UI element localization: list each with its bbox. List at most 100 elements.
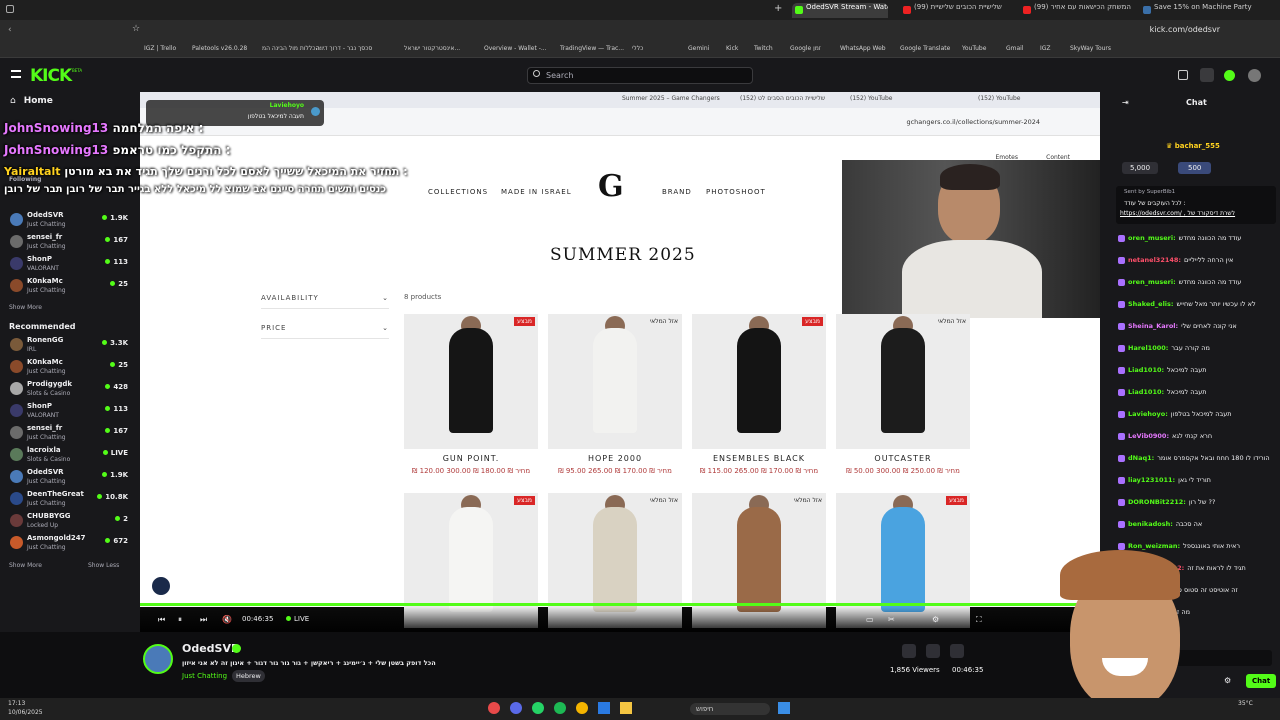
sidebar-channel[interactable]: Asmongold247 Just Chatting 672	[8, 533, 138, 555]
theater-icon[interactable]: ▭	[866, 615, 874, 624]
fullscreen-icon[interactable]: ⛶	[976, 615, 982, 625]
taskbar-search[interactable]: חיפוש	[690, 703, 770, 715]
tab-youtube-2[interactable]: המשחק הכישאות עם אחיר (99)	[1020, 3, 1132, 18]
chat-send-button[interactable]: Chat	[1246, 674, 1277, 688]
share-icon[interactable]	[902, 644, 916, 658]
bookmark-star-icon[interactable]: ☆	[132, 24, 140, 34]
chat-username[interactable]: Liad1010:	[1128, 366, 1164, 374]
browse-icon[interactable]	[1178, 70, 1188, 80]
show-less-recommended[interactable]: Show Less	[88, 562, 119, 569]
bookmark-item[interactable]: כללי	[632, 45, 643, 52]
show-more-recommended[interactable]: Show More	[9, 562, 42, 569]
new-tab-icon[interactable]: +	[774, 3, 782, 14]
clip-icon[interactable]: ✂	[888, 615, 895, 624]
next-icon[interactable]: ⏭	[200, 615, 207, 625]
prev-icon[interactable]: ⏮	[158, 615, 165, 625]
bookmark-item[interactable]: WhatsApp Web	[840, 45, 886, 52]
collapse-chat-icon[interactable]: ⇥	[1122, 98, 1129, 107]
bookmark-item[interactable]: SkyWay Tours	[1070, 45, 1111, 52]
product-name[interactable]: OUTCASTER	[836, 454, 970, 463]
show-more-following[interactable]: Show More	[9, 304, 42, 311]
chat-username[interactable]: DORONBit2212:	[1128, 498, 1186, 506]
product-card[interactable]: מבצע	[404, 314, 538, 449]
bookmark-item[interactable]: IGZ | Trello	[144, 45, 176, 52]
bookmark-item[interactable]: Overview - Wallet -...	[484, 45, 547, 52]
kick-logo[interactable]: KICK	[30, 66, 72, 86]
folder-icon[interactable]	[620, 702, 632, 714]
bookmark-item[interactable]: IGZ	[1040, 45, 1051, 52]
app-icon[interactable]	[510, 702, 522, 714]
sidebar-channel[interactable]: sensei_fr Just Chatting 167	[8, 232, 138, 254]
bell-icon[interactable]	[926, 644, 940, 658]
pause-icon[interactable]: ⏸	[178, 615, 182, 625]
sidebar-channel[interactable]: RonenGG IRL 3.3K	[8, 335, 138, 357]
product-name[interactable]: GUN POINT.	[404, 454, 538, 463]
app-icon[interactable]	[598, 702, 610, 714]
chat-username[interactable]: Liad1010:	[1128, 388, 1164, 396]
tab-steam[interactable]: Save 15% on Machine Party on...	[1140, 3, 1252, 18]
bookmark-item[interactable]: Paletools v26.0.28	[192, 45, 247, 52]
bookmark-item[interactable]: Kick	[726, 45, 738, 52]
bookmark-item[interactable]: Google זמן	[790, 45, 821, 52]
url-text[interactable]: kick.com/odedsvr	[1150, 25, 1220, 34]
sidebar-channel[interactable]: K0nkaMc Just Chatting 25	[8, 357, 138, 379]
chat-username[interactable]: netanel32148:	[1128, 256, 1181, 264]
whatsapp-icon[interactable]	[532, 702, 544, 714]
language-tag[interactable]: Hebrew	[232, 670, 265, 682]
bookmark-item[interactable]: אינסטרקטור ישראל...	[404, 45, 460, 52]
stream-category[interactable]: Just Chatting	[182, 672, 227, 680]
accessibility-icon[interactable]	[150, 575, 172, 597]
sidebar-channel[interactable]: CHUBBYGG Locked Up 2	[8, 511, 138, 533]
chat-username[interactable]: Laviehoyo:	[1128, 410, 1168, 418]
app-icon[interactable]	[488, 702, 500, 714]
progress-bar[interactable]	[140, 603, 1100, 606]
sidebar-channel[interactable]: OdedSVR Just Chatting 1.9K	[8, 467, 138, 489]
search-input[interactable]: Search	[527, 67, 753, 84]
user-avatar[interactable]	[1248, 69, 1261, 82]
mute-icon[interactable]: 🔇	[222, 615, 232, 624]
kick-points-icon[interactable]	[1224, 70, 1235, 81]
chat-username[interactable]: oren_museri:	[1128, 278, 1176, 286]
heart-icon[interactable]	[950, 644, 964, 658]
pinned-link[interactable]: https://odedsvr.com/ , לשרת דיסקורד של	[1120, 210, 1235, 217]
chat-username[interactable]: dNaq1:	[1128, 454, 1154, 462]
chat-username[interactable]: liay1231011:	[1128, 476, 1175, 484]
sidebar-channel[interactable]: K0nkaMc Just Chatting 25	[8, 276, 138, 298]
sidebar-channel[interactable]: DeenTheGreat Just Chatting 10.8K	[8, 489, 138, 511]
chat-username[interactable]: oren_museri:	[1128, 234, 1176, 242]
menu-icon[interactable]	[11, 70, 21, 78]
sidebar-channel[interactable]: Prodigygdk Slots & Casino 428	[8, 379, 138, 401]
browser-menu-icon[interactable]	[6, 5, 14, 13]
layout-icon[interactable]	[1200, 68, 1214, 82]
product-card[interactable]: אזל המלאי	[836, 314, 970, 449]
windows-icon[interactable]	[778, 702, 790, 714]
sidebar-channel[interactable]: OdedSVR Just Chatting 1.9K	[8, 210, 138, 232]
home-link[interactable]: ⌂ Home	[10, 96, 53, 106]
chat-username[interactable]: benikadosh:	[1128, 520, 1173, 528]
back-icon[interactable]: ‹	[8, 25, 12, 35]
sidebar-channel[interactable]: ShonP VALORANT 113	[8, 401, 138, 423]
bookmark-item[interactable]: YouTube	[962, 45, 986, 52]
product-name[interactable]: HOPE 2000	[548, 454, 682, 463]
browser-address-bar[interactable]: ‹ ☆ kick.com/odedsvr	[0, 20, 1280, 42]
product-card[interactable]: אזל המלאי	[548, 314, 682, 449]
chat-username[interactable]: Shaked_elis:	[1128, 300, 1174, 308]
sidebar-channel[interactable]: lacroixla Slots & Casino LIVE	[8, 445, 138, 467]
bookmark-item[interactable]: Twitch	[754, 45, 773, 52]
streamer-avatar[interactable]	[143, 644, 173, 674]
bookmark-item[interactable]: Gmail	[1006, 45, 1024, 52]
spotify-icon[interactable]	[554, 702, 566, 714]
tab-youtube-1[interactable]: שלישיית הכובים שלישיית (99)	[900, 3, 1012, 18]
product-card[interactable]: מבצע	[692, 314, 826, 449]
chrome-icon[interactable]	[576, 702, 588, 714]
bookmark-item[interactable]: Google Translate	[900, 45, 950, 52]
bookmark-item[interactable]: סכסך נבר - דרוך דיויה	[316, 45, 372, 52]
sidebar-channel[interactable]: sensei_fr Just Chatting 167	[8, 423, 138, 445]
bookmark-item[interactable]: Gemini	[688, 45, 709, 52]
product-name[interactable]: ENSEMBLES BLACK	[692, 454, 826, 463]
chat-username[interactable]: LeVib0900:	[1128, 432, 1169, 440]
tab-kick[interactable]: OdedSVR Stream - Watch Live...	[792, 3, 888, 18]
settings-icon[interactable]: ⚙	[932, 615, 939, 624]
streamer-name[interactable]: OdedSVR	[182, 642, 239, 655]
chat-username[interactable]: Harel1000:	[1128, 344, 1168, 352]
